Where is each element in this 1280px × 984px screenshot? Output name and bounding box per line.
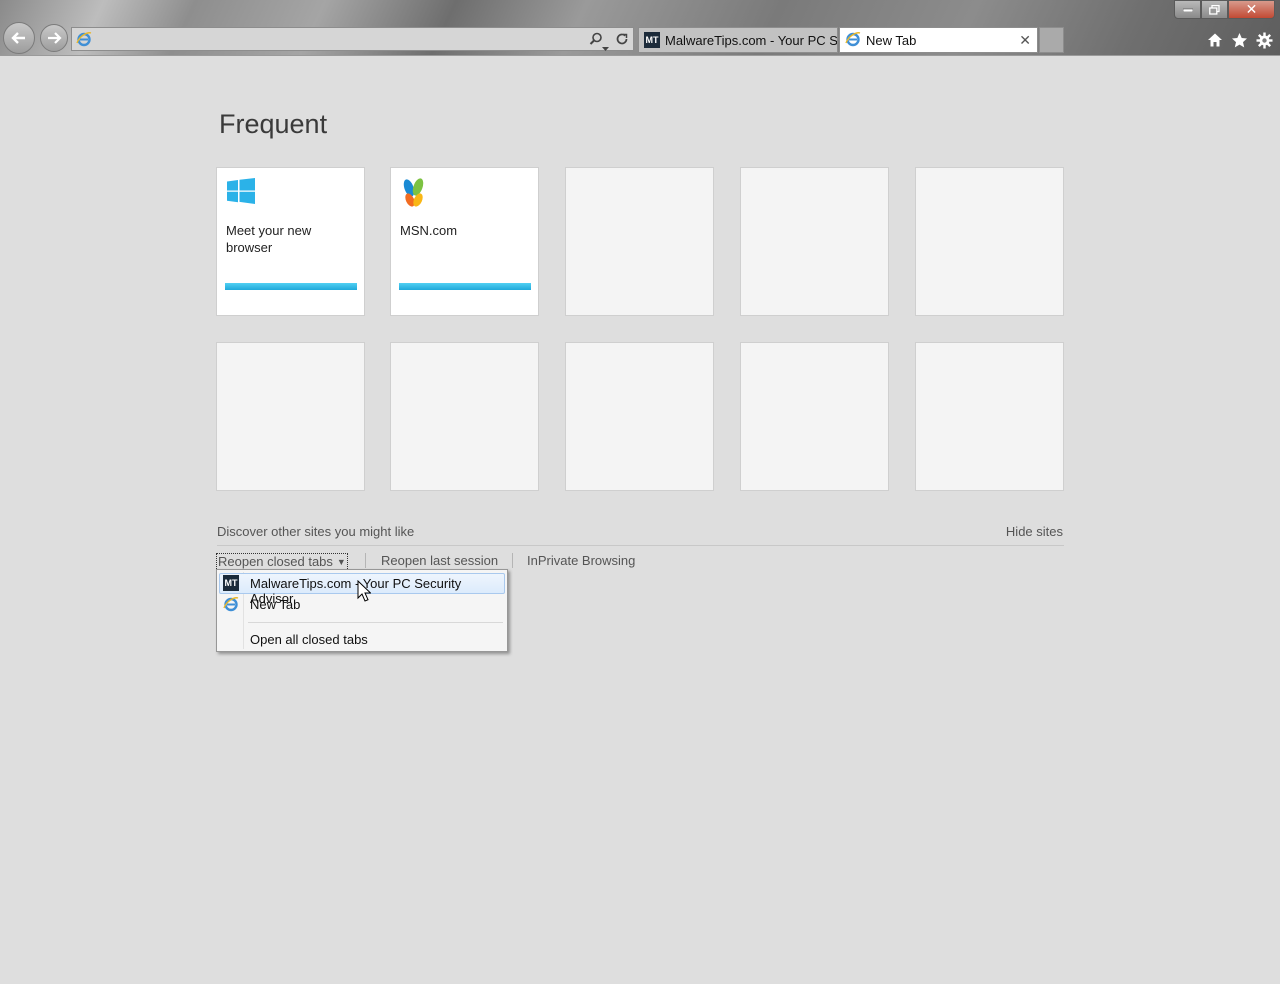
- ie-logo-icon: [845, 31, 861, 50]
- browser-chrome: MT MalwareTips.com - Your PC Se... New T…: [0, 0, 1280, 56]
- discover-sites-link[interactable]: Discover other sites you might like: [217, 524, 414, 539]
- tab-title: MalwareTips.com - Your PC Se...: [665, 32, 838, 48]
- empty-tile: [915, 342, 1064, 491]
- empty-tile: [565, 167, 714, 316]
- new-tab-button[interactable]: [1039, 27, 1064, 53]
- menu-divider: [248, 622, 503, 623]
- close-window-button[interactable]: ✕: [1228, 0, 1275, 19]
- tools-button[interactable]: [1254, 30, 1274, 50]
- minimize-button[interactable]: [1174, 0, 1201, 19]
- reopen-last-session-link[interactable]: Reopen last session: [381, 553, 498, 568]
- forward-arrow-icon: [48, 32, 62, 44]
- tile-accent-bar: [399, 283, 531, 290]
- tab-title: New Tab: [866, 32, 917, 48]
- empty-tile: [915, 167, 1064, 316]
- search-icon[interactable]: [589, 31, 603, 50]
- menu-item-open-all-closed-tabs[interactable]: Open all closed tabs: [219, 629, 505, 650]
- home-icon: [1208, 33, 1222, 47]
- page-title: Frequent: [219, 109, 328, 139]
- ie-logo-icon: [76, 31, 92, 51]
- tile-label: Meet your new browser: [226, 223, 312, 255]
- back-arrow-icon: [11, 32, 25, 44]
- mouse-cursor-icon: [357, 580, 371, 602]
- star-icon: [1231, 32, 1247, 47]
- empty-tile: [740, 342, 889, 491]
- menu-item-label: New Tab: [250, 597, 301, 612]
- address-bar[interactable]: [71, 27, 634, 51]
- home-button[interactable]: [1205, 30, 1225, 50]
- forward-button[interactable]: [40, 24, 68, 52]
- mt-icon: MT: [644, 32, 660, 48]
- tab-malwaretips[interactable]: MT MalwareTips.com - Your PC Se...: [638, 27, 838, 53]
- close-icon: ✕: [1245, 1, 1258, 18]
- empty-tile: [565, 342, 714, 491]
- tile-label: MSN.com: [400, 223, 458, 238]
- hide-sites-link[interactable]: Hide sites: [1006, 524, 1063, 539]
- empty-tile: [390, 342, 539, 491]
- restore-button[interactable]: [1201, 0, 1228, 19]
- divider: [217, 545, 1064, 546]
- tab-new-tab[interactable]: New Tab ✕: [839, 27, 1038, 53]
- mt-icon: MT: [223, 575, 239, 591]
- empty-tile: [216, 342, 365, 491]
- menu-item-label: Open all closed tabs: [250, 632, 368, 647]
- windows-logo-icon: [227, 178, 255, 208]
- tile-meet-your-new-browser[interactable]: Meet your new browser: [216, 167, 365, 316]
- chevron-down-icon: ▼: [336, 557, 346, 568]
- back-button[interactable]: [3, 22, 35, 54]
- gear-icon: [1256, 32, 1272, 48]
- inprivate-browsing-link[interactable]: InPrivate Browsing: [527, 553, 635, 568]
- minimize-icon: [1182, 8, 1193, 12]
- chevron-down-icon[interactable]: [602, 37, 609, 56]
- reopen-closed-tabs-label: Reopen closed tabs: [218, 554, 333, 569]
- refresh-icon[interactable]: [615, 31, 629, 50]
- tile-msn[interactable]: MSN.com: [390, 167, 539, 316]
- tile-accent-bar: [225, 283, 357, 290]
- restore-icon: [1209, 4, 1220, 15]
- close-tab-icon[interactable]: ✕: [1019, 32, 1031, 49]
- empty-tile: [740, 167, 889, 316]
- msn-butterfly-icon: [401, 178, 429, 212]
- separator: [365, 553, 366, 568]
- separator: [512, 553, 513, 568]
- ie-logo-icon: [223, 596, 239, 615]
- favorites-button[interactable]: [1229, 30, 1249, 50]
